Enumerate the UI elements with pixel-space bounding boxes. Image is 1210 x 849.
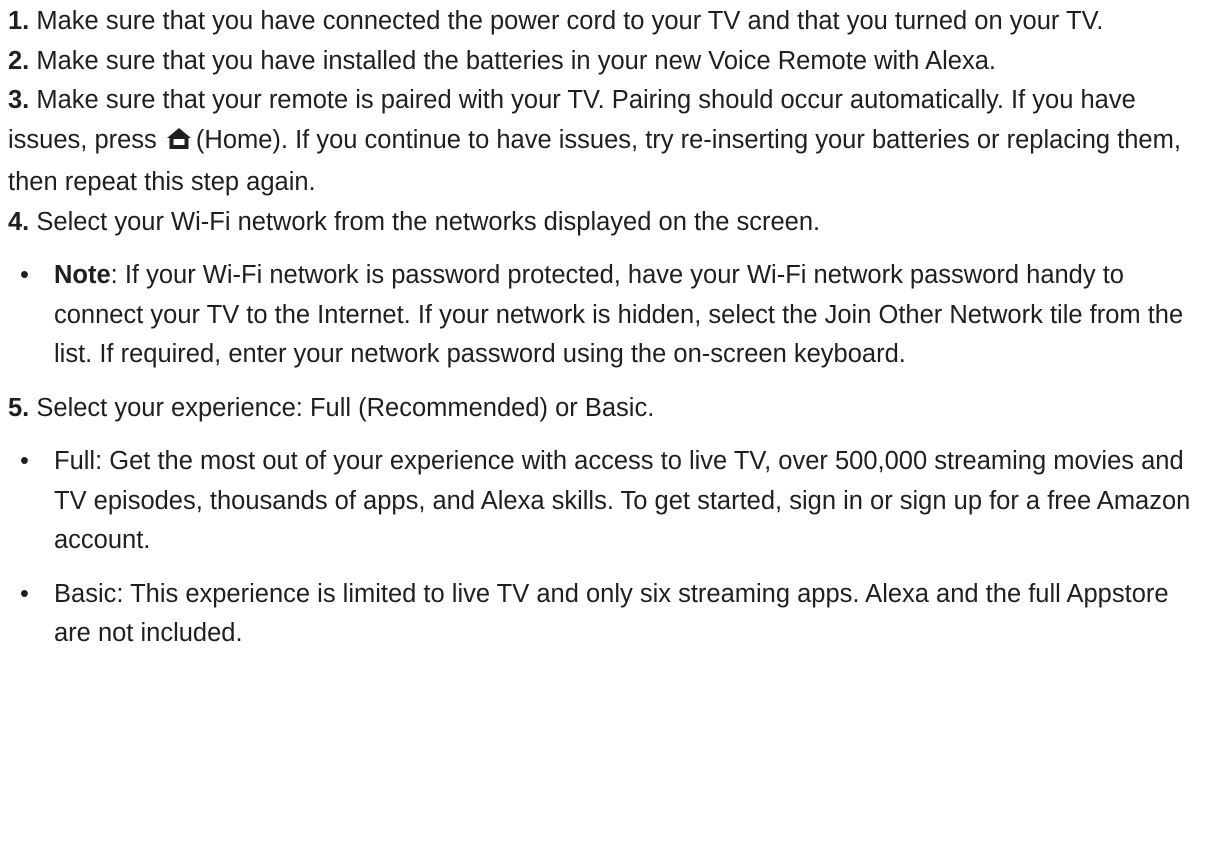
- option-text: Full: Get the most out of your experienc…: [54, 447, 1191, 554]
- step-number: 5.: [8, 393, 30, 422]
- option-basic: • Basic: This experience is limited to l…: [20, 575, 1200, 654]
- step-number: 2.: [8, 46, 30, 75]
- home-icon: [166, 124, 192, 164]
- note-item: • Note: If your Wi-Fi network is passwor…: [20, 256, 1200, 375]
- step-4-notes: • Note: If your Wi-Fi network is passwor…: [8, 256, 1200, 375]
- step-text: Select your experience: Full (Recommende…: [36, 393, 655, 422]
- step-text: Select your Wi-Fi network from the netwo…: [36, 207, 821, 236]
- note-label: Note: [54, 261, 111, 289]
- step-5: 5. Select your experience: Full (Recomme…: [8, 389, 1200, 429]
- step-3: 3. Make sure that your remote is paired …: [8, 81, 1200, 203]
- step-4: 4. Select your Wi-Fi network from the ne…: [8, 203, 1200, 243]
- step-number: 4.: [8, 207, 30, 236]
- option-full: • Full: Get the most out of your experie…: [20, 442, 1200, 561]
- step-number: 3.: [8, 86, 30, 114]
- step-number: 1.: [8, 7, 30, 35]
- bullet: •: [20, 447, 29, 475]
- bullet: •: [20, 261, 29, 289]
- note-text: : If your Wi-Fi network is password prot…: [54, 261, 1184, 368]
- option-text: Basic: This experience is limited to liv…: [54, 579, 1169, 648]
- step-2: 2. Make sure that you have installed the…: [8, 42, 1200, 82]
- step-5-options: • Full: Get the most out of your experie…: [8, 442, 1200, 654]
- bullet: •: [20, 579, 29, 608]
- step-text: Make sure that you have installed the ba…: [36, 46, 996, 75]
- setup-instructions: 1. Make sure that you have connected the…: [0, 0, 1200, 654]
- step-1: 1. Make sure that you have connected the…: [8, 2, 1200, 42]
- step-text: Make sure that you have connected the po…: [36, 7, 1104, 35]
